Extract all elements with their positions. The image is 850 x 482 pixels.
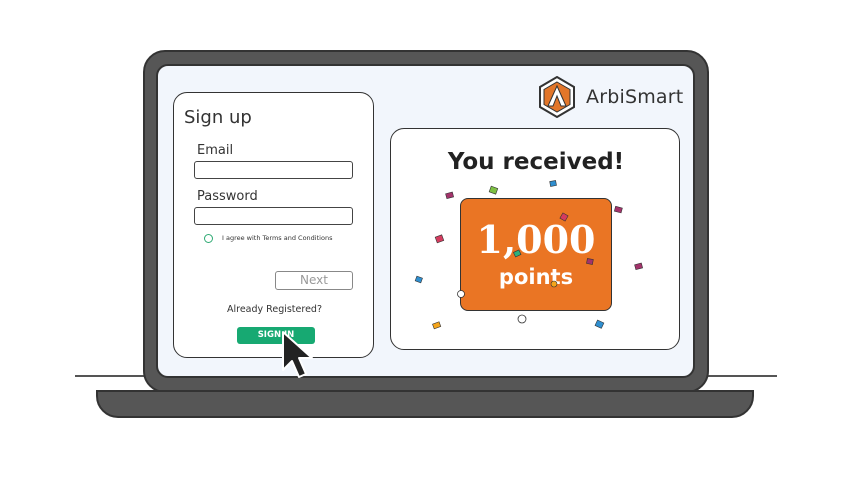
- confetti-piece: [559, 212, 569, 222]
- email-field[interactable]: [194, 161, 353, 179]
- confetti-piece: [513, 249, 522, 258]
- confetti-decoration: [414, 180, 644, 330]
- arbismart-logo-icon: [539, 76, 575, 118]
- confetti-piece: [517, 314, 527, 324]
- password-label: Password: [197, 189, 258, 204]
- confetti-piece: [434, 234, 445, 244]
- confetti-piece: [613, 205, 623, 214]
- confetti-piece: [586, 258, 594, 265]
- brand-name: ArbiSmart: [586, 86, 684, 108]
- confetti-piece: [445, 191, 455, 200]
- already-registered-text: Already Registered?: [227, 304, 322, 315]
- laptop-screen: ArbiSmart Sign up Email Password I agree…: [156, 64, 695, 378]
- brand-header: ArbiSmart: [538, 76, 683, 118]
- cursor-arrow-icon: [282, 331, 313, 378]
- confetti-piece: [594, 319, 605, 329]
- confetti-piece: [457, 290, 465, 298]
- agree-radio[interactable]: [204, 234, 213, 243]
- confetti-piece: [634, 262, 644, 271]
- confetti-piece: [414, 275, 423, 284]
- signup-title: Sign up: [184, 107, 252, 128]
- laptop-base: [96, 390, 754, 418]
- signup-card: Sign up Email Password I agree with Term…: [173, 92, 374, 358]
- agree-terms-label: I agree with Terms and Conditions: [222, 234, 333, 242]
- email-label: Email: [197, 143, 234, 158]
- confetti-piece: [550, 280, 558, 288]
- confetti-piece: [549, 180, 557, 187]
- next-button[interactable]: Next: [275, 271, 353, 290]
- confetti-piece: [432, 321, 442, 330]
- confetti-piece: [488, 185, 499, 195]
- password-field[interactable]: [194, 207, 353, 225]
- reward-card: You received! 1,000 points: [390, 128, 680, 350]
